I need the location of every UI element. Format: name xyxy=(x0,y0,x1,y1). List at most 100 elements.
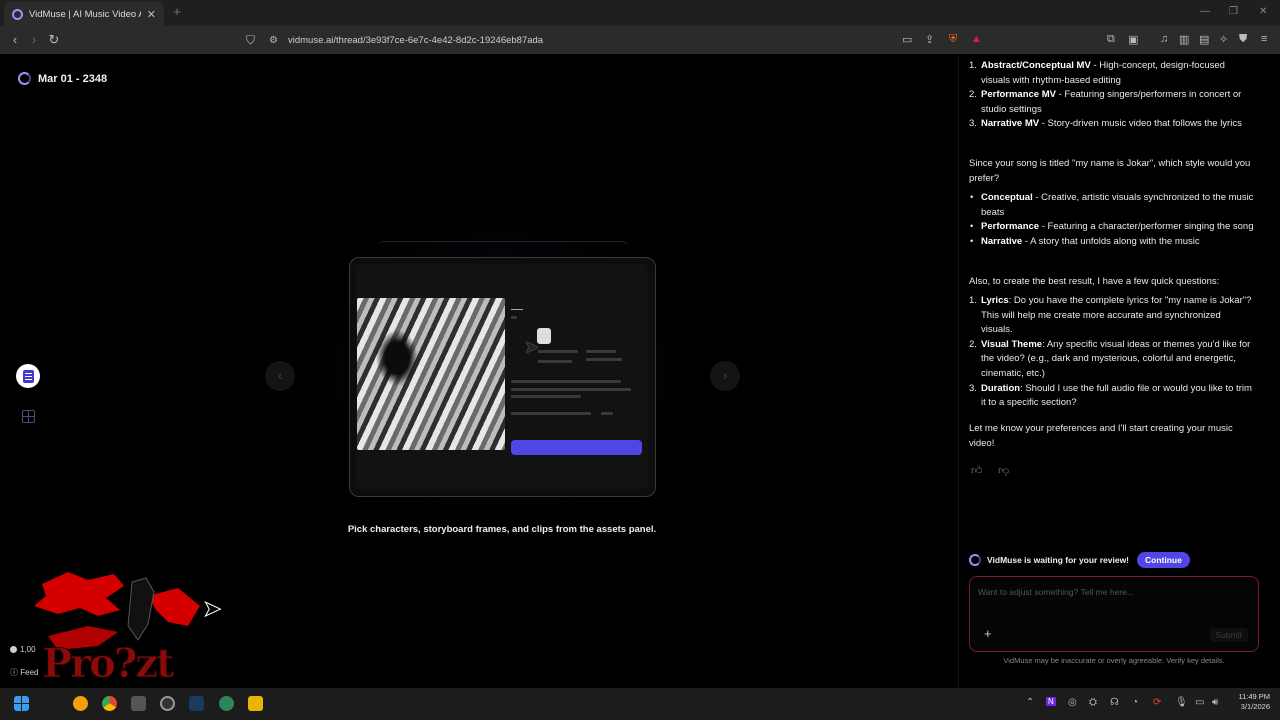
forward-icon[interactable]: › xyxy=(26,32,42,47)
tray-icon[interactable]: ⟳ xyxy=(1153,697,1161,708)
menu-icon[interactable]: ≡ xyxy=(1261,33,1267,45)
overlay-logo-text: Pro?zt xyxy=(41,640,174,688)
taskbar-app-icon[interactable] xyxy=(219,696,234,711)
tray-icon[interactable]: ◎ xyxy=(1068,697,1077,708)
wallet-icon[interactable]: ▤ xyxy=(1199,33,1209,46)
obs-icon[interactable] xyxy=(160,696,175,711)
thumbs-up-icon[interactable]: 👍︎ xyxy=(971,464,983,477)
preview-image xyxy=(357,298,505,450)
window-close-icon[interactable]: ✕ xyxy=(1259,6,1267,17)
volume-icon[interactable]: 🔊︎ xyxy=(1212,697,1218,708)
extensions-icon[interactable]: ⧉ xyxy=(1107,33,1115,46)
cast-icon[interactable]: ▭ xyxy=(902,33,912,46)
vidmuse-favicon-icon xyxy=(12,8,23,20)
vpn-icon[interactable]: ⛊ xyxy=(1239,33,1247,46)
steam-icon[interactable] xyxy=(189,696,204,711)
preview-placeholder-line xyxy=(511,316,517,319)
sidebar-assets-button[interactable] xyxy=(16,404,40,428)
questions-intro: Also, to create the best result, I have … xyxy=(969,276,1220,287)
brave-rewards-icon[interactable]: ▲ xyxy=(971,33,982,45)
review-spinner-icon xyxy=(969,554,981,566)
question-list: 1. Lyrics: Do you have the complete lyric… xyxy=(969,294,1255,411)
document-icon xyxy=(22,369,34,383)
storyboard-grid-icon xyxy=(21,409,35,423)
back-icon[interactable]: ‹ xyxy=(7,32,23,47)
brave-shield-icon[interactable]: ⛨ xyxy=(949,33,957,46)
style-option-list: Conceptual - Creative, artistic visuals … xyxy=(969,191,1255,249)
closing-message: Let me know your preferences and I'll st… xyxy=(969,423,1233,449)
steam-tray-icon[interactable]: ⛭ xyxy=(1089,697,1097,708)
clock-time: 11:49 PM xyxy=(1238,692,1270,701)
list-item: Performance - Featuring a character/perf… xyxy=(969,220,1255,235)
tray-icon[interactable]: ◔ xyxy=(1132,697,1138,708)
tray-icon[interactable]: ☊ xyxy=(1110,697,1119,708)
preview-cursor-icon: ➤ xyxy=(524,337,540,357)
list-item: Narrative - A story that unfolds along w… xyxy=(969,235,1255,250)
thread-header: Mar 01 - 2348 xyxy=(18,72,107,85)
sidebar-chat-button[interactable] xyxy=(16,364,40,388)
taskbar-clock[interactable]: 11:49 PM 3/1/2026 xyxy=(1230,692,1270,712)
browser-tab-bar: VidMuse | AI Music Video Agent ✕ + — ❐ ✕ xyxy=(0,0,1280,26)
mic-tray-icon[interactable]: 🎙︎ xyxy=(1175,697,1188,708)
disclaimer-text: VidMuse may be inaccurate or overly agre… xyxy=(1003,656,1225,665)
bookmark-icon[interactable]: ⛉ xyxy=(246,33,255,48)
preview-placeholder-line xyxy=(586,358,622,361)
chrome-icon[interactable] xyxy=(102,696,117,711)
list-item: 1. Abstract/Conceptual MV - High-concept,… xyxy=(969,60,1225,86)
assistant-message: 1. Abstract/Conceptual MV - High-concept,… xyxy=(969,59,1255,132)
leo-ai-icon[interactable]: ✧ xyxy=(1219,33,1228,46)
preview-placeholder-line xyxy=(511,412,591,415)
attach-plus-icon[interactable]: + xyxy=(984,626,992,641)
mv-style-list: 1. Abstract/Conceptual MV - High-concept,… xyxy=(969,59,1255,132)
taskbar-app-icon[interactable] xyxy=(73,696,88,711)
share-icon[interactable]: ⇪ xyxy=(925,33,934,46)
windows-start-icon[interactable] xyxy=(14,696,29,711)
credits-coin-icon xyxy=(10,646,17,653)
taskbar-app-icon[interactable] xyxy=(131,696,146,711)
minimize-icon[interactable]: — xyxy=(1200,6,1210,17)
submit-button[interactable]: Submit xyxy=(1209,628,1248,642)
preview-placeholder-line xyxy=(586,350,616,353)
list-item: 1. Lyrics: Do you have the complete lyric… xyxy=(969,295,1252,336)
carousel-next-button[interactable]: › xyxy=(710,361,740,391)
review-status-row: VidMuse is waiting for your review! Cont… xyxy=(969,552,1190,568)
loading-spinner-icon xyxy=(18,72,31,85)
network-icon[interactable]: ▭ xyxy=(1195,697,1204,708)
tray-overflow-icon[interactable]: ⌃ xyxy=(1026,697,1034,708)
continue-button[interactable]: Continue xyxy=(1137,552,1190,568)
reload-icon[interactable]: ↻ xyxy=(46,32,62,48)
tutorial-preview-frame: ➤ xyxy=(356,264,648,489)
file-explorer-icon[interactable] xyxy=(248,696,263,711)
thumbs-down-icon[interactable]: 👎︎ xyxy=(998,464,1009,477)
carousel-caption: Pick characters, storyboard frames, and … xyxy=(347,524,657,535)
browser-tab[interactable]: VidMuse | AI Music Video Agent ✕ xyxy=(4,2,164,26)
chat-input-box[interactable]: Want to adjust something? Tell me here..… xyxy=(969,576,1259,652)
sidebar-toggle-icon[interactable]: ▥ xyxy=(1179,33,1189,46)
list-item: Conceptual - Creative, artistic visuals … xyxy=(969,191,1255,220)
music-icon[interactable]: ♫ xyxy=(1160,33,1168,45)
maximize-icon[interactable]: ❐ xyxy=(1229,6,1238,17)
thread-title: Mar 01 - 2348 xyxy=(38,72,108,85)
site-info-icon[interactable]: ⚙ xyxy=(269,35,278,46)
list-item: 2. Visual Theme: Any specific visual idea… xyxy=(969,338,1251,379)
preview-placeholder-line xyxy=(601,412,613,415)
chat-input-placeholder[interactable]: Want to adjust something? Tell me here..… xyxy=(978,587,1134,597)
address-bar-row: ‹ › ↻ ⛉ ⚙ vidmuse.ai/thread/3e93f7ce-6e7… xyxy=(0,26,1280,54)
preview-placeholder-line xyxy=(538,360,572,363)
url-box[interactable]: ⛉ ⚙ vidmuse.ai/thread/3e93f7ce-6e7c-4e42… xyxy=(246,29,992,51)
preview-placeholder-line xyxy=(511,380,621,383)
chat-panel: 1. Abstract/Conceptual MV - High-concept,… xyxy=(958,56,1280,688)
screenshot-icon[interactable]: ▣ xyxy=(1128,33,1138,46)
tab-close-icon[interactable]: ✕ xyxy=(147,8,156,21)
style-question: Since your song is titled "my name is Jo… xyxy=(969,158,1251,184)
review-status-text: VidMuse is waiting for your review! xyxy=(987,555,1130,565)
questions-block: 1. Lyrics: Do you have the complete lyric… xyxy=(969,294,1255,411)
carousel-prev-button[interactable]: ‹ xyxy=(265,361,295,391)
tutorial-preview-card: ➤ xyxy=(349,257,656,497)
tab-title: VidMuse | AI Music Video Agent xyxy=(29,8,141,20)
url-text[interactable]: vidmuse.ai/thread/3e93f7ce-6e7c-4e42-8d2… xyxy=(288,35,543,46)
mouse-cursor-icon: ➤ xyxy=(202,596,222,622)
onenote-tray-icon[interactable]: N xyxy=(1046,697,1056,706)
new-tab-button[interactable]: + xyxy=(170,5,184,19)
style-options: Conceptual - Creative, artistic visuals … xyxy=(969,191,1255,249)
